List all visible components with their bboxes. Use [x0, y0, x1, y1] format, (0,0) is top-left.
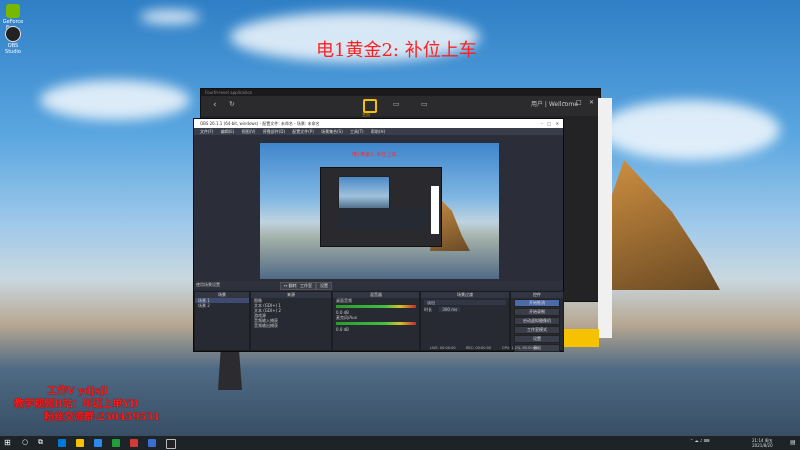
start-icon[interactable]: ⊞ — [4, 438, 11, 447]
obs-window[interactable]: OBS 26.1.1 (64-bit, windows) - 配置文件: 未命名… — [193, 118, 564, 352]
transitions-header: 场景过渡 — [421, 292, 509, 298]
scene-item[interactable]: 场景 2 — [195, 303, 249, 308]
obs-preview[interactable]: 电1黄金2: 补位上车 — [260, 143, 499, 279]
start-streaming-button[interactable]: 开始推流 — [514, 299, 560, 307]
menu-help[interactable]: 帮助(H) — [371, 129, 385, 134]
app-toolbar: ‹ ↻ 主页 ▭ ▭ 用户 | Wellcome – □ ✕ — [201, 96, 600, 117]
maximize-icon[interactable]: □ — [547, 119, 551, 128]
settings-button[interactable]: 设置 — [514, 335, 560, 343]
taskbar-app-blue[interactable] — [148, 439, 156, 447]
transition-select[interactable]: 淡出 — [424, 300, 506, 305]
scene-settings-label: 使用场景设置 — [196, 282, 220, 287]
menu-docks[interactable]: 停靠部件(D) — [263, 129, 285, 134]
app-window-title: Fourth-level application — [201, 89, 600, 96]
close-icon[interactable]: ✕ — [556, 119, 559, 128]
stream-overlay-title: 电1黄金2: 补位上车 — [316, 40, 477, 61]
start-recording-button[interactable]: 开始录制 — [514, 308, 560, 316]
rock-arch — [600, 160, 720, 290]
refresh-icon[interactable]: ↻ — [229, 100, 235, 108]
studio-mode-button[interactable]: 工作室模式 — [514, 326, 560, 334]
user-label[interactable]: 用户 | Wellcome — [531, 99, 578, 108]
home-icon[interactable] — [363, 99, 377, 113]
obs-icon — [5, 26, 21, 42]
menu-file[interactable]: 文件(F) — [200, 129, 213, 134]
clock-date: 2021/8/20 — [752, 443, 773, 448]
obs-title: OBS 26.1.1 (64-bit, windows) - 配置文件: 未命名… — [194, 119, 563, 128]
obs-menubar: 文件(F) 编辑(E) 视图(V) 停靠部件(D) 配置文件(P) 场景集合(S… — [194, 128, 563, 135]
rec-status: REC: 00:00:00 — [466, 346, 492, 350]
controls-dock: 控件 开始推流 开始录制 启动虚拟摄像机 工作室模式 设置 退出 — [510, 291, 564, 352]
taskbar-app-store[interactable] — [94, 439, 102, 447]
cloud — [600, 100, 780, 160]
menu-edit[interactable]: 编辑(E) — [221, 129, 235, 134]
scenes-dock: 场景 场景 1 场景 2 — [194, 291, 250, 351]
taskbar-app-explorer[interactable] — [76, 439, 84, 447]
volume-meter — [336, 322, 416, 325]
studio-mode-toggle[interactable]: 工作室 — [296, 282, 316, 290]
virtual-camera-button[interactable]: 启动虚拟摄像机 — [514, 317, 560, 325]
message-icon[interactable]: ▭ — [393, 100, 400, 108]
taskbar-app-edge[interactable] — [58, 439, 66, 447]
video-icon[interactable]: ▭ — [421, 100, 428, 108]
taskbar-app-red[interactable] — [130, 439, 138, 447]
sources-dock: 来源 图像 文本 (GDI+) 1 文本 (GDI+) 2 游戏源 音频输入捕获… — [250, 291, 332, 351]
menu-tools[interactable]: 工具(T) — [350, 129, 364, 134]
duration-row: 时长 300 ms — [421, 307, 509, 312]
minimize-icon[interactable]: – — [541, 119, 543, 128]
cpu-status: CPU: 1.1%, 60.00 fps — [502, 346, 539, 350]
back-icon[interactable]: ‹ — [213, 100, 217, 110]
geforce-icon — [6, 4, 20, 18]
audio-mixer-dock: 混音器 桌面音频 0.0 dB 麦克风/Aux 0.0 dB — [332, 291, 420, 351]
menu-profile[interactable]: 配置文件(P) — [292, 129, 314, 134]
maximize-icon[interactable]: □ — [576, 99, 582, 106]
transitions-dock: 场景过渡 淡出 时长 300 ms — [420, 291, 510, 351]
close-icon[interactable]: ✕ — [589, 99, 594, 106]
watermark: 工作V ydjsjl 教学视频B站：年迈上单YD 粉丝交流群:230459531 — [14, 385, 160, 424]
taskbar-app-obs[interactable] — [166, 439, 176, 449]
obs-docks: 场景 场景 1 场景 2 来源 图像 文本 (GDI+) 1 文本 (GDI+)… — [194, 291, 564, 352]
minimize-icon[interactable]: – — [563, 99, 566, 106]
nested-white-panel — [431, 186, 439, 234]
taskbar-app-wechat[interactable] — [112, 439, 120, 447]
watermark-line: 粉丝交流群:230459531 — [44, 412, 161, 423]
clock[interactable]: 21:14 周五 2021/8/20 — [752, 438, 773, 448]
preview-settings-button[interactable]: 设置 — [316, 282, 332, 290]
nested-docks — [337, 208, 427, 230]
taskbar: ⊞ ○ ⧉ ⌃ ☁ ♪ ⌨ 21:14 周五 2021/8/20 ▤ — [0, 436, 800, 450]
cloud — [140, 10, 200, 24]
volume-meter — [336, 305, 416, 308]
desktop-icon-label: OBS Studio — [5, 43, 21, 55]
obs-mode-bar: 使用场景设置 ↔ 翻转 工作室 设置 — [194, 281, 563, 290]
duration-label: 时长 — [424, 307, 432, 312]
nested-app-window — [320, 167, 442, 247]
live-status: LIVE: 00:00:00 — [430, 346, 456, 350]
source-item[interactable]: 音频输出捕获 — [251, 323, 331, 328]
duration-input[interactable]: 300 ms — [439, 307, 461, 312]
preview-overlay-title: 电1黄金2: 补位上车 — [352, 152, 397, 158]
menu-scene-collection[interactable]: 场景集合(S) — [321, 129, 343, 134]
controls-header: 控件 — [511, 292, 563, 298]
nested-preview — [338, 176, 390, 210]
search-icon[interactable]: ○ — [22, 438, 28, 446]
notification-icon[interactable]: ▤ — [790, 439, 796, 446]
yellow-banner — [563, 329, 599, 347]
desktop-icon-obs[interactable]: OBS Studio — [2, 26, 24, 55]
mixer-channel-db: 0.0 dB — [336, 327, 349, 332]
watermark-line: 教学视频B站：年迈上单YD — [14, 399, 139, 410]
tray-icons[interactable]: ⌃ ☁ ♪ ⌨ — [690, 438, 710, 443]
obs-statusbar: LIVE: 00:00:00 REC: 00:00:00 CPU: 1.1%, … — [194, 346, 563, 351]
watermark-line: 工作V ydjsjl — [47, 386, 108, 397]
mixer-channel-name: 桌面音频 — [336, 298, 352, 303]
mixer-channel-name: 麦克风/Aux — [336, 315, 357, 320]
task-view-icon[interactable]: ⧉ — [38, 438, 43, 447]
side-panel — [598, 98, 612, 338]
menu-view[interactable]: 视图(V) — [242, 129, 256, 134]
cloud — [40, 80, 190, 120]
